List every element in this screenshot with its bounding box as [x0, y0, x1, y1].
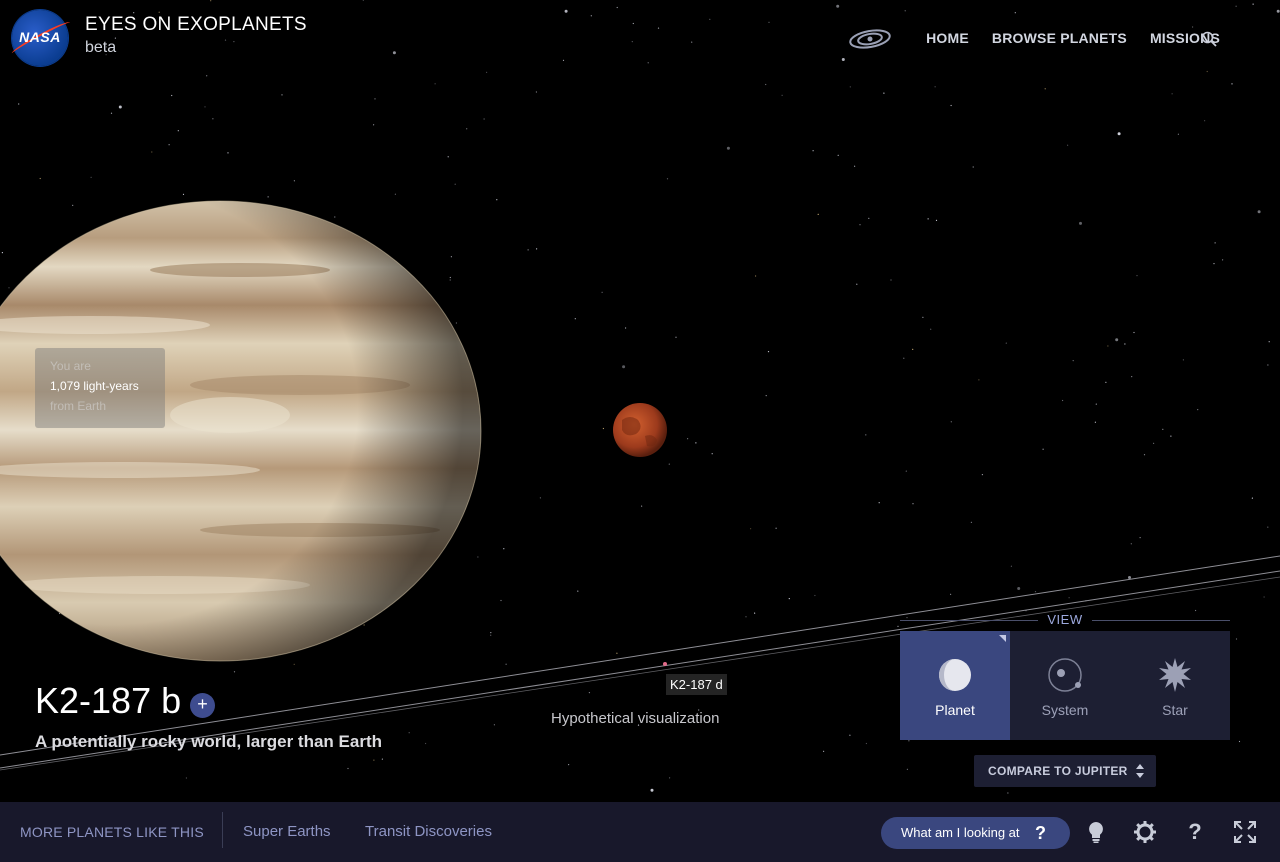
main-nav: HOME BROWSE PLANETS MISSIONS	[926, 30, 1220, 46]
planet-tag-label[interactable]: K2-187 d	[666, 674, 727, 695]
app-subtitle: beta	[85, 39, 117, 56]
planet-description: A potentially rocky world, larger than E…	[35, 732, 382, 751]
visualization-caption: Hypothetical visualization	[551, 710, 720, 727]
view-system-label: System	[1041, 702, 1089, 718]
view-star-label: Star	[1162, 702, 1188, 718]
app-title[interactable]: EYES ON EXOPLANETS	[85, 14, 307, 36]
view-planet-button[interactable]: Planet	[900, 631, 1010, 740]
expand-info-button[interactable]: +	[190, 693, 215, 718]
red-planet[interactable]	[613, 403, 667, 457]
gas-planet	[0, 201, 481, 661]
fullscreen-icon[interactable]	[1234, 821, 1256, 843]
logo-text: NASA	[19, 29, 61, 45]
view-selector: Planet System Star	[900, 631, 1230, 740]
question-icon: ?	[1035, 823, 1046, 843]
distance-value: 1,079 light-years	[50, 379, 139, 393]
distance-line3: from Earth	[50, 399, 107, 413]
search-icon[interactable]	[1201, 31, 1217, 47]
view-title: VIEW	[900, 612, 1230, 627]
category-super-earths[interactable]: Super Earths	[243, 823, 331, 840]
settings-icon[interactable]	[1134, 821, 1156, 843]
nav-home[interactable]: HOME	[926, 30, 969, 46]
lightbulb-icon[interactable]	[1085, 821, 1107, 843]
galaxy-icon[interactable]	[848, 28, 892, 50]
updown-arrows-icon	[1136, 764, 1144, 778]
nav-browse-planets[interactable]: BROWSE PLANETS	[992, 30, 1127, 46]
planet-marker[interactable]	[663, 662, 667, 666]
distance-line1: You are	[50, 359, 91, 373]
looking-label: What am I looking at	[901, 825, 1020, 840]
compare-label: COMPARE TO JUPITER	[988, 764, 1128, 778]
what-am-i-looking-at-button[interactable]: What am I looking at ?	[881, 817, 1070, 849]
distance-info: You are 1,079 light-years from Earth	[35, 348, 165, 428]
system-icon	[1048, 658, 1082, 692]
corner-indicator	[999, 635, 1006, 642]
bottom-bar: MORE PLANETS LIKE THIS Super Earths Tran…	[0, 802, 1280, 862]
compare-dropdown[interactable]: COMPARE TO JUPITER	[974, 755, 1156, 787]
planet-icon	[939, 659, 971, 691]
help-icon[interactable]: ?	[1184, 821, 1206, 843]
divider	[222, 812, 223, 848]
star-icon	[1159, 658, 1191, 692]
more-planets-title: MORE PLANETS LIKE THIS	[20, 824, 204, 840]
planet-title: K2-187 b	[35, 680, 182, 721]
view-star-button[interactable]: Star	[1120, 631, 1230, 740]
nasa-logo[interactable]: NASA	[9, 10, 73, 66]
view-planet-label: Planet	[935, 702, 975, 718]
category-transit-discoveries[interactable]: Transit Discoveries	[365, 823, 492, 840]
view-system-button[interactable]: System	[1010, 631, 1120, 740]
